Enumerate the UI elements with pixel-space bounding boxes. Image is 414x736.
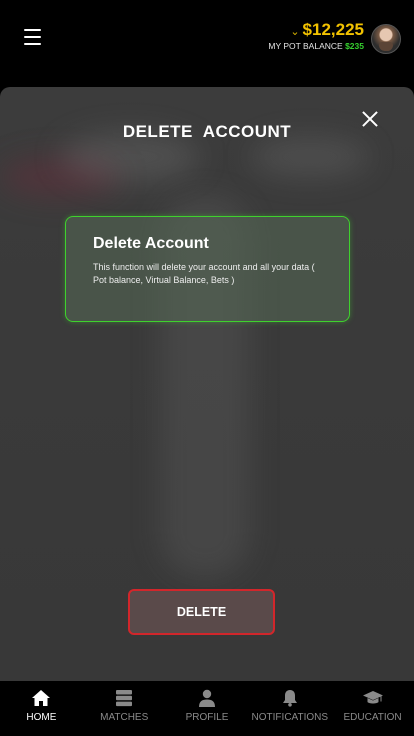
nav-matches-label: MATCHES — [100, 712, 149, 723]
server-stack-icon — [116, 690, 133, 707]
balance-amount: $12,225 — [302, 20, 364, 39]
nav-notifications[interactable]: NOTIFICATIONS — [248, 681, 331, 736]
pot-balance-value: $235 — [345, 41, 364, 51]
nav-education-label: EDUCATION — [343, 712, 402, 723]
home-icon — [32, 690, 51, 706]
nav-profile[interactable]: PROFILE — [166, 681, 249, 736]
top-bar: ⌄ $12,225 MY POT BALANCE $235 — [0, 0, 414, 88]
nav-matches[interactable]: MATCHES — [83, 681, 166, 736]
graduation-cap-icon — [362, 691, 383, 704]
card-title: Delete Account — [93, 235, 209, 252]
balance-display[interactable]: ⌄ $12,225 — [290, 20, 364, 40]
close-icon[interactable] — [359, 108, 381, 130]
nav-education[interactable]: EDUCATION — [331, 681, 414, 736]
pot-balance-label: MY POT BALANCE — [268, 41, 343, 51]
nav-notifications-label: NOTIFICATIONS — [251, 712, 329, 723]
delete-account-modal: DELETE ACCOUNT Delete Account This funct… — [0, 87, 414, 681]
modal-title: DELETE ACCOUNT — [122, 122, 292, 141]
nav-profile-label: PROFILE — [185, 712, 229, 723]
delete-account-card: Delete Account This function will delete… — [65, 216, 350, 322]
bell-icon — [282, 690, 297, 707]
nav-home[interactable]: HOME — [0, 681, 83, 736]
hamburger-menu-icon[interactable] — [24, 29, 41, 45]
user-icon — [198, 689, 215, 707]
delete-button[interactable]: DELETE — [128, 589, 275, 635]
avatar[interactable] — [371, 24, 401, 54]
pot-balance: MY POT BALANCE $235 — [268, 41, 364, 51]
bottom-nav: HOME MATCHES PROFILE NOTIFICATIONS EDUCA… — [0, 681, 414, 736]
card-description: This function will delete your account a… — [93, 262, 315, 285]
nav-home-label: HOME — [26, 712, 57, 723]
chevron-down-icon[interactable]: ⌄ — [290, 25, 299, 38]
